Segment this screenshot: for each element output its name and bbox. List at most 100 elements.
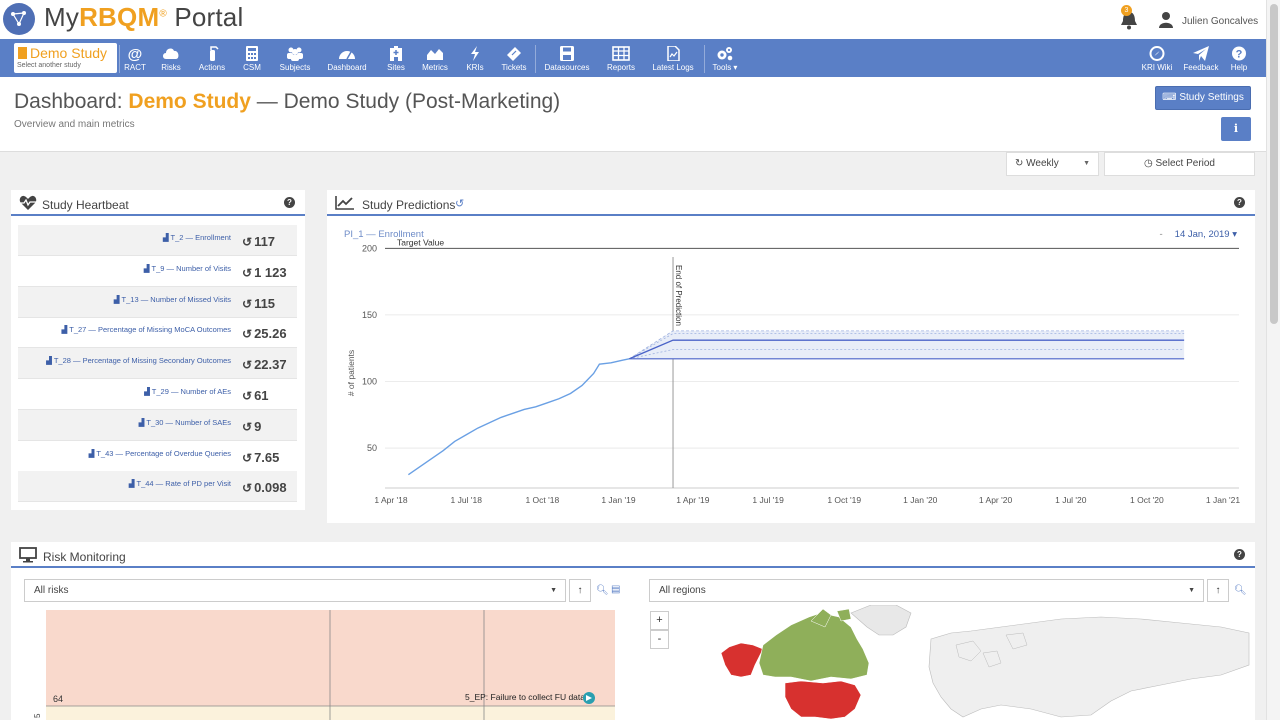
enrollment-series-line — [407, 358, 630, 476]
nav-ract[interactable]: @ RACT — [121, 39, 149, 77]
nav-tools[interactable]: Tools ▾ — [709, 39, 741, 77]
kri-value[interactable]: ↺ 1 123 — [242, 265, 287, 280]
nav-help[interactable]: ? Help — [1227, 39, 1251, 77]
history-icon: ↺ — [242, 296, 253, 311]
map-region-eurasia[interactable] — [928, 616, 1250, 718]
history-icon: ↺ — [242, 265, 253, 280]
kri-link[interactable]: ▟ T_13 — Number of Missed Visits — [114, 295, 231, 304]
risks-select[interactable]: All risks ▼ — [24, 579, 566, 602]
refresh-icon: ↻ — [1015, 158, 1027, 169]
heartbeat-row: ▟ T_28 — Percentage of Missing Secondary… — [18, 348, 297, 380]
kri-value[interactable]: ↺ 25.26 — [242, 326, 287, 341]
risk-monitoring-panel: Risk Monitoring ? All risks ▼ ↑ 🔍︎ ▤ All … — [11, 542, 1255, 720]
risk-matrix-background — [46, 610, 615, 720]
history-icon: ↺ — [242, 235, 253, 249]
nav-kri-wiki[interactable]: KRI Wiki — [1140, 39, 1174, 77]
nav-feedback[interactable]: Feedback — [1181, 39, 1221, 77]
x-tick-label: 1 Jan '19 — [601, 495, 636, 505]
predictions-panel: Study Predictions ↺ ? PI_1 — Enrollment … — [327, 190, 1255, 523]
end-of-prediction-label: End of Prediction — [674, 265, 683, 326]
nav-risks-label: Risks — [161, 63, 181, 72]
heartbeat-row: ▟ T_27 — Percentage of Missing MoCA Outc… — [18, 317, 297, 349]
kri-value[interactable]: ↺ 0.098 — [242, 480, 287, 495]
ticket-icon — [507, 47, 521, 61]
nav-sites[interactable]: Sites — [383, 39, 409, 77]
map-region-greenland[interactable] — [850, 605, 912, 636]
nav-latest-logs-label: Latest Logs — [652, 63, 694, 72]
nav-actions[interactable]: Actions — [195, 39, 229, 77]
nav-latest-logs[interactable]: Latest Logs — [650, 39, 696, 77]
sort-regions-button[interactable]: ↑ — [1207, 579, 1229, 602]
study-selector-hint: Select another study — [17, 62, 81, 69]
kri-value[interactable]: ↺ 9 — [242, 419, 261, 434]
hospital-icon — [390, 46, 402, 61]
heartbeat-header: Study Heartbeat ? — [11, 190, 305, 216]
table-icon — [612, 46, 630, 61]
user-icon[interactable] — [1158, 11, 1174, 28]
map-zoom-out-button[interactable]: - — [650, 630, 669, 649]
heartbeat-row: ▟ T_2 — Enrollment ↺ 117 — [18, 225, 297, 256]
kri-link[interactable]: ▟ T_43 — Percentage of Overdue Queries — [89, 449, 231, 458]
dashboard-icon — [339, 51, 355, 60]
kri-link[interactable]: ▟ T_28 — Percentage of Missing Secondary… — [46, 356, 231, 365]
kri-link[interactable]: ▟ T_44 — Rate of PD per Visit — [129, 479, 231, 488]
study-settings-button[interactable]: ⌨ Study Settings — [1155, 86, 1251, 110]
nav-subjects[interactable]: Subjects — [278, 39, 312, 77]
nav-tickets[interactable]: Tickets — [499, 39, 529, 77]
regions-map[interactable] — [701, 605, 1255, 720]
nav-risks[interactable]: Risks — [157, 39, 185, 77]
x-tick-label: 1 Jan '20 — [903, 495, 938, 505]
kri-link[interactable]: ▟ T_27 — Percentage of Missing MoCA Outc… — [62, 325, 231, 334]
kri-value[interactable]: ↺ 117 — [242, 234, 275, 249]
nav-csm[interactable]: CSM — [239, 39, 265, 77]
nav-metrics[interactable]: Metrics — [419, 39, 451, 77]
film-icon[interactable]: ▤ — [611, 584, 620, 595]
x-tick-label: 1 Apr '19 — [676, 495, 710, 505]
x-tick-label: 1 Apr '18 — [374, 495, 408, 505]
search-icon[interactable]: 🔍︎ — [1234, 585, 1247, 596]
search-icon[interactable]: 🔍︎ — [596, 585, 609, 596]
map-region-canada[interactable] — [758, 612, 870, 682]
help-icon[interactable]: ? — [284, 197, 295, 208]
area-chart-icon: ▟ — [143, 263, 152, 273]
heartbeat-row: ▟ T_29 — Number of AEs ↺ 61 — [18, 379, 297, 410]
kri-link[interactable]: ▟ T_2 — Enrollment — [163, 233, 231, 242]
kri-link[interactable]: ▟ T_9 — Number of Visits — [144, 264, 231, 273]
kri-link[interactable]: ▟ T_30 — Number of SAEs — [139, 418, 231, 427]
brand-logo[interactable]: MyRBQM® Portal — [44, 2, 243, 33]
nav-reports[interactable]: Reports — [604, 39, 638, 77]
nav-kris-label: KRIs — [466, 63, 484, 72]
kri-link[interactable]: ▟ T_29 — Number of AEs — [144, 387, 231, 396]
y-tick-label: 200 — [362, 243, 377, 253]
kri-value[interactable]: ↺ 61 — [242, 388, 269, 403]
frequency-select[interactable]: ↻ Weekly ▼ — [1006, 152, 1099, 176]
kri-value[interactable]: ↺ 22.37 — [242, 357, 287, 372]
nav-dashboard[interactable]: Dashboard — [325, 39, 369, 77]
scrollbar-thumb[interactable] — [1270, 4, 1278, 324]
nav-tools-label: Tools ▾ — [712, 63, 738, 72]
nav-tickets-label: Tickets — [501, 63, 527, 72]
map-region-usa[interactable] — [784, 680, 862, 720]
x-tick-label: 1 Jul '18 — [451, 495, 483, 505]
sort-risks-button[interactable]: ↑ — [569, 579, 591, 602]
nav-actions-label: Actions — [198, 63, 226, 72]
page-scrollbar[interactable] — [1266, 0, 1280, 720]
notification-badge[interactable]: 3 — [1121, 5, 1132, 16]
map-region-alaska[interactable] — [720, 642, 764, 678]
nav-datasources[interactable]: Datasources — [541, 39, 593, 77]
regions-select[interactable]: All regions ▼ — [649, 579, 1204, 602]
nav-kris[interactable]: KRIs — [463, 39, 487, 77]
x-tick-label: 1 Jul '19 — [752, 495, 784, 505]
study-selector[interactable]: Demo Study Select another study — [14, 43, 117, 73]
kri-value[interactable]: ↺ 7.65 — [242, 450, 279, 465]
username[interactable]: Julien Goncalves — [1182, 16, 1258, 27]
map-zoom-in-button[interactable]: + — [650, 611, 669, 630]
heartbeat-title: Study Heartbeat — [42, 198, 129, 212]
nav-divider — [704, 45, 705, 73]
select-period-button[interactable]: ◷ Select Period — [1104, 152, 1255, 176]
logo-icon[interactable] — [3, 3, 35, 35]
kri-value[interactable]: ↺ 115 — [242, 296, 275, 311]
nav-kri-wiki-label: KRI Wiki — [1141, 63, 1173, 72]
help-icon[interactable]: ? — [1234, 549, 1245, 560]
info-button[interactable]: i — [1221, 117, 1251, 141]
